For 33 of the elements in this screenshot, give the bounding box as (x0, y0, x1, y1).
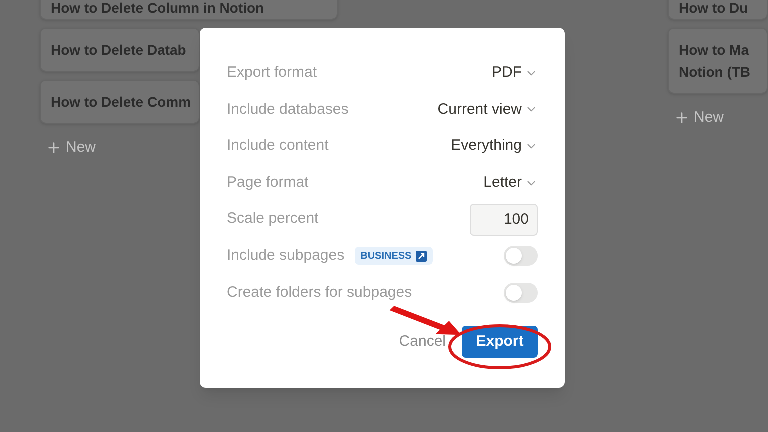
setting-label: Page format (227, 172, 309, 193)
export-button[interactable]: Export (462, 326, 538, 358)
card-title: How to Delete Datab (51, 41, 188, 60)
dropdown-select[interactable]: Everything (451, 135, 538, 158)
dropdown-select[interactable]: Letter (484, 172, 538, 194)
toggle-switch[interactable] (504, 246, 538, 266)
new-card-button[interactable]: New (668, 106, 730, 130)
dropdown-select[interactable]: PDF (492, 62, 538, 85)
board-card[interactable]: How to Delete Datab (40, 28, 200, 72)
card-title: How to Du (679, 0, 750, 18)
new-card-button[interactable]: New (40, 136, 102, 160)
dropdown-select[interactable]: Current view (438, 98, 538, 122)
external-link-icon (416, 250, 427, 262)
plus-icon (46, 140, 62, 156)
cancel-button[interactable]: Cancel (399, 330, 446, 354)
setting-label: Include content (227, 136, 329, 156)
board-card[interactable]: How to Ma Notion (TB (668, 28, 768, 94)
board-card[interactable]: How to Du (668, 0, 768, 20)
setting-label: Create folders for subpages (227, 282, 412, 303)
setting-label: Export format (227, 63, 318, 84)
toggle-switch[interactable] (504, 282, 538, 303)
number-input-field[interactable]: 100 (470, 204, 538, 236)
card-title: How to Delete Column in Notion (51, 0, 266, 18)
board-card[interactable]: How to Delete Column in Notion (40, 0, 338, 20)
card-title: How to Delete Comm (51, 93, 189, 112)
setting-label: Include databases (227, 100, 349, 120)
card-title: Notion (TB (679, 63, 752, 82)
board-card[interactable]: How to Delete Comm (40, 80, 200, 124)
plus-icon (674, 110, 690, 126)
setting-label: Include subpages (227, 246, 345, 266)
setting-label: Scale percent (227, 209, 319, 230)
plan-badge: BUSINESS (354, 247, 433, 266)
card-title: How to Ma (679, 41, 750, 60)
